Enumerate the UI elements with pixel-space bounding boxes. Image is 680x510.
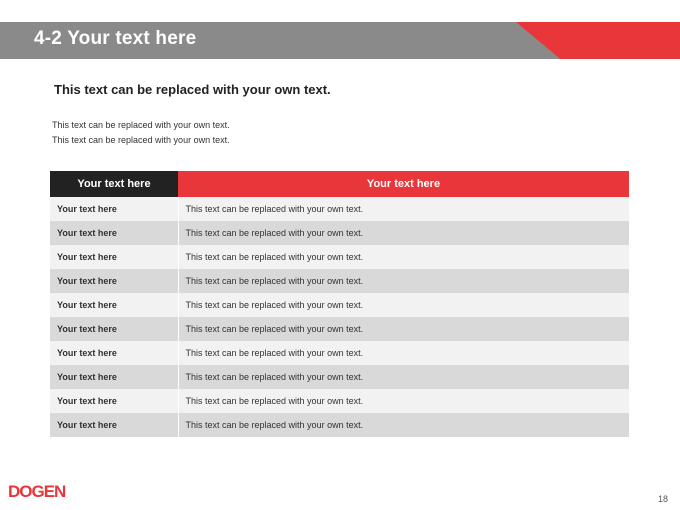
body-text: This text can be replaced with your own … [52,118,230,148]
table-cell: This text can be replaced with your own … [178,245,629,269]
table-cell: Your text here [50,365,179,389]
page-number: 18 [657,494,668,504]
table-cell: Your text here [50,293,179,317]
body-line: This text can be replaced with your own … [52,135,230,145]
table-row: Your text here This text can be replaced… [50,221,629,245]
table-cell: Your text here [50,245,179,269]
table-cell: Your text here [50,341,179,365]
table-cell: This text can be replaced with your own … [178,317,629,341]
table-cell: Your text here [50,413,179,437]
table-row: Your text here This text can be replaced… [50,269,629,293]
table-cell: Your text here [50,317,179,341]
table-row: Your text here This text can be replaced… [50,413,629,437]
table-cell: This text can be replaced with your own … [178,413,629,437]
table-row: Your text here This text can be replaced… [50,389,629,413]
table-row: Your text here This text can be replaced… [50,317,629,341]
table-header-cell: Your text here [50,171,178,197]
logo-text: DOGEN [8,482,66,501]
table-row: Your text here This text can be replaced… [50,197,629,221]
table-row: Your text here This text can be replaced… [50,341,629,365]
table-cell: This text can be replaced with your own … [178,269,629,293]
table-row: Your text here This text can be replaced… [50,245,629,269]
table-cell: This text can be replaced with your own … [178,221,629,245]
table-cell: This text can be replaced with your own … [178,341,629,365]
body-line: This text can be replaced with your own … [52,120,230,130]
slide-title: 4-2 Your text here [34,28,197,49]
table-row: Your text here This text can be replaced… [50,365,629,389]
table-cell: This text can be replaced with your own … [178,293,629,317]
table-cell: Your text here [50,221,179,245]
table-cell: This text can be replaced with your own … [178,197,629,221]
table-cell: Your text here [50,269,179,293]
table-row: Your text here This text can be replaced… [50,293,629,317]
table-cell: This text can be replaced with your own … [178,365,629,389]
table-header-row: Your text here Your text here [50,171,629,197]
subtitle: This text can be replaced with your own … [54,82,331,97]
table-cell: Your text here [50,389,179,413]
table-cell: This text can be replaced with your own … [178,389,629,413]
content-table: Your text here Your text here Your text … [50,171,629,437]
brand-logo: DOGEN [8,482,66,502]
table-header-cell: Your text here [178,171,629,197]
table-cell: Your text here [50,197,179,221]
